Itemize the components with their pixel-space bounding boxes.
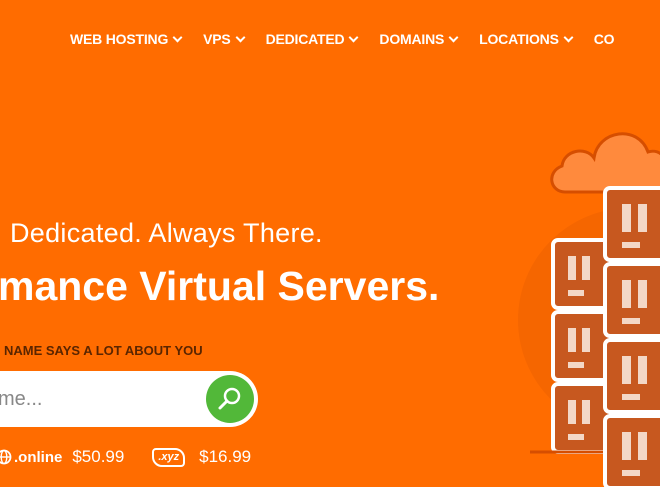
tld-name: .online: [14, 448, 63, 466]
tld-name: .xyz: [152, 447, 186, 467]
nav-label: LOCATIONS: [479, 31, 559, 47]
chevron-down-icon: [172, 32, 183, 42]
domain-search-box: [0, 371, 258, 427]
domain-search-input[interactable]: [0, 371, 198, 427]
chevron-down-icon: [348, 32, 359, 42]
chevron-down-icon: [448, 32, 459, 42]
tld-price-list: .online $50.99 .xyz $16.99: [0, 447, 279, 467]
chevron-down-icon: [563, 32, 574, 42]
chevron-down-icon: [235, 32, 246, 42]
tld-xyz[interactable]: .xyz $16.99: [152, 447, 251, 467]
nav-vps[interactable]: VPS: [203, 31, 246, 47]
nav-label: DEDICATED: [265, 31, 345, 47]
tld-price: $16.99: [199, 447, 252, 466]
nav-label: DOMAINS: [379, 31, 445, 47]
nav-web-hosting[interactable]: WEB HOSTING: [70, 31, 183, 47]
hero-tagline: Dedicated. Always There.: [10, 218, 323, 248]
search-button[interactable]: [206, 375, 254, 423]
tld-online[interactable]: .online $50.99: [0, 447, 124, 467]
nav-label: CO: [593, 31, 615, 47]
server-tower-front: [603, 186, 660, 487]
globe-icon: [0, 449, 12, 465]
nav-domains[interactable]: DOMAINS: [379, 31, 459, 47]
nav-locations[interactable]: LOCATIONS: [479, 31, 574, 47]
tld-price: $50.99: [72, 447, 125, 466]
nav-dedicated[interactable]: DEDICATED: [265, 31, 359, 47]
hero-headline: mance Virtual Servers.: [0, 263, 440, 309]
server-illustration: [518, 132, 660, 487]
hero-subtag: NAME SAYS A LOT ABOUT YOU: [4, 343, 203, 358]
main-nav: WEB HOSTING VPS DEDICATED DOMAINS LOCATI…: [70, 31, 636, 47]
nav-label: VPS: [203, 31, 231, 47]
search-icon: [218, 387, 241, 410]
nav-label: WEB HOSTING: [70, 31, 169, 47]
cloud-icon: [550, 132, 660, 194]
nav-co[interactable]: CO: [594, 31, 615, 47]
